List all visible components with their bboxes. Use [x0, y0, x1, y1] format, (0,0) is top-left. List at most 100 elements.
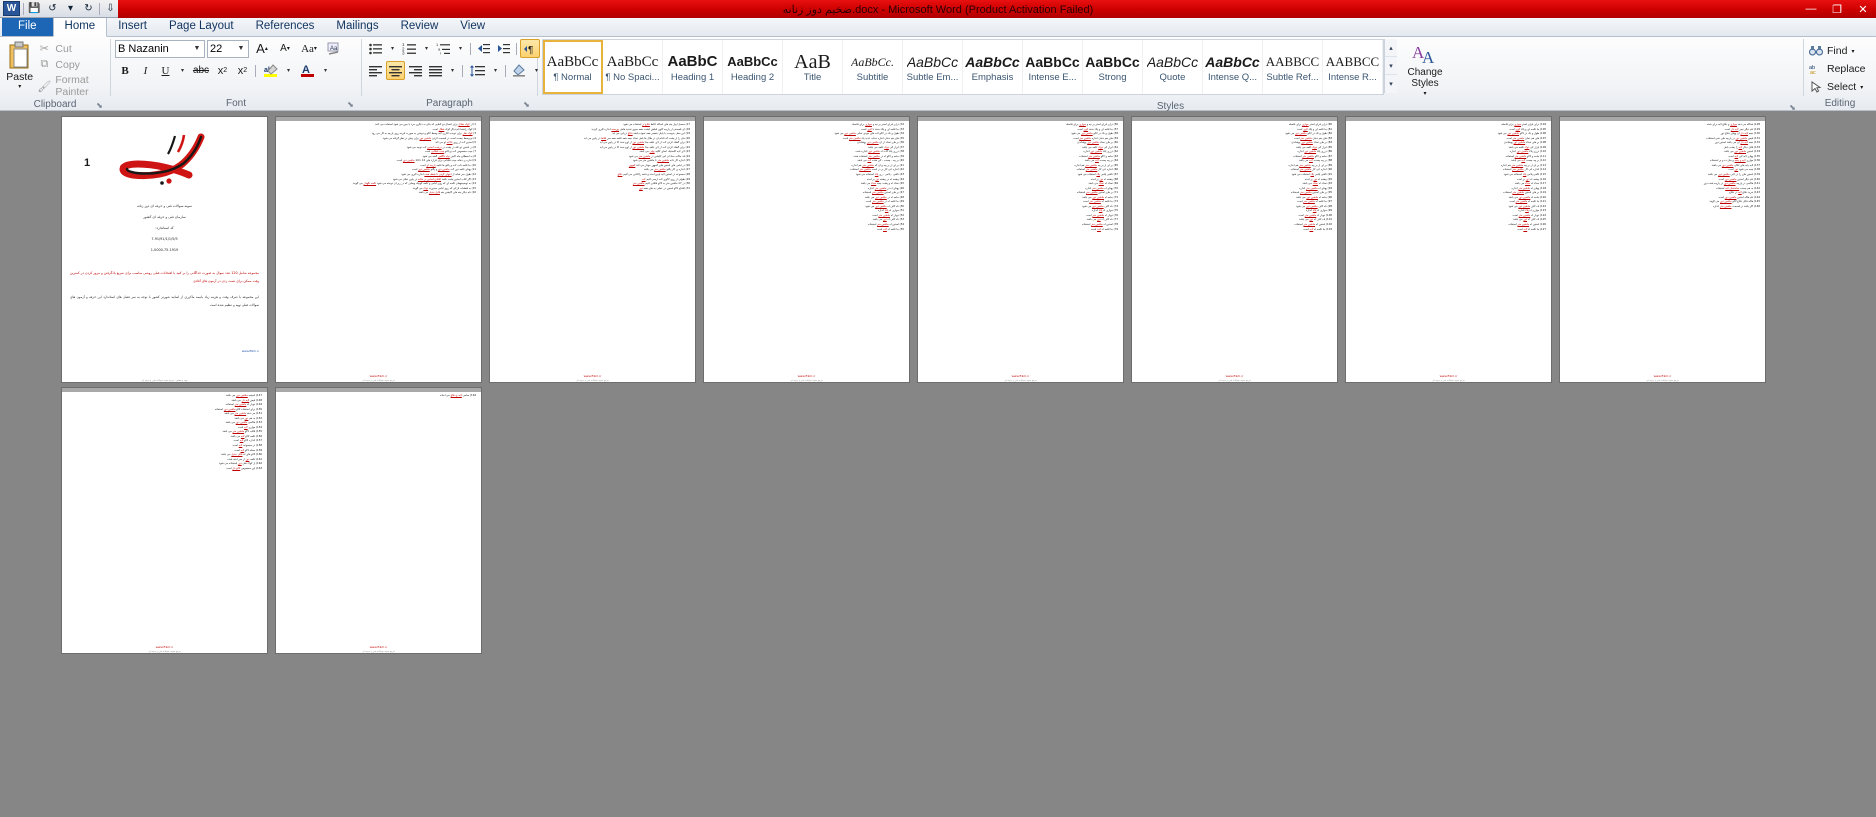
styles-more-icon[interactable]: ▾ [1385, 75, 1397, 93]
styles-scrollbar[interactable]: ▴ ▾ ▾ [1384, 39, 1397, 93]
document-page[interactable]: 104) درای فرای آستر موازی برای فاصله 105)… [1346, 117, 1551, 382]
align-right-button[interactable] [406, 61, 425, 80]
page-body[interactable]: 104) درای فرای آستر موازی برای فاصله 105)… [1351, 123, 1546, 366]
tab-view[interactable]: View [449, 17, 496, 36]
close-button[interactable]: ✕ [1850, 0, 1876, 18]
find-button[interactable]: Find ▾ [1808, 42, 1854, 60]
style-item-no-spaci[interactable]: AaBbCc ¶ No Spaci... [603, 40, 663, 94]
change-styles-button[interactable]: A A Change Styles ▾ [1397, 39, 1453, 100]
document-canvas[interactable]: 1 نمونه سوالات فنی و حرفه ای دوز زنانه سا… [0, 111, 1876, 817]
chevron-down-icon[interactable]: ▾ [18, 83, 21, 90]
paragraph-dialog-launcher[interactable]: ⬊ [522, 98, 531, 109]
page-body[interactable]: 164) سامی لایه و دفاع می آماده [281, 394, 476, 637]
page-body[interactable]: 1) از کوک شلال برای اتصال دو لاهایی که ی… [281, 123, 476, 366]
tab-references[interactable]: References [245, 17, 326, 36]
page-grid[interactable]: 1 نمونه سوالات فنی و حرفه ای دوز زنانه سا… [62, 117, 1876, 653]
clipboard-dialog-launcher[interactable]: ⬊ [95, 99, 104, 110]
document-page[interactable]: 164) سامی لایه و دفاع می آماده www.ftkm.i… [276, 388, 481, 653]
tab-mailings[interactable]: Mailings [325, 17, 389, 36]
tab-review[interactable]: Review [390, 17, 450, 36]
line-spacing-button[interactable] [466, 61, 488, 80]
cover-url-block[interactable]: www.ftkm.ir [70, 349, 259, 353]
minimize-button[interactable]: — [1798, 0, 1824, 18]
page-body[interactable]: 56) درای فرای آستر بر نیه و موازی برای ف… [923, 123, 1118, 366]
ltr-text-direction-button[interactable]: ¶ [520, 39, 540, 58]
document-page[interactable]: 17) محمل ایپار یقه های آساکه اغاط دفاع ت… [490, 117, 695, 382]
style-item-subtitle[interactable]: AaBbCc. Subtitle [843, 40, 903, 94]
page-footer-url[interactable]: www.ftkm.ir [62, 645, 267, 649]
justify-dropdown-icon[interactable]: ▾ [446, 67, 459, 74]
bullets-dropdown-icon[interactable]: ▾ [386, 45, 399, 52]
page-footer-url[interactable]: www.ftkm.ir [276, 645, 481, 649]
chevron-down-icon[interactable]: ▼ [236, 45, 246, 52]
styles-dialog-launcher[interactable]: ⬊ [1788, 101, 1797, 112]
page-footer-url[interactable]: www.ftkm.ir [1560, 374, 1765, 378]
underline-dropdown-icon[interactable]: ▾ [176, 67, 189, 74]
style-item-heading-1[interactable]: AaBbC Heading 1 [663, 40, 723, 94]
style-item-quote[interactable]: AaBbCc Quote [1143, 40, 1203, 94]
document-page[interactable]: 1) از کوک شلال برای اتصال دو لاهایی که ی… [276, 117, 481, 382]
font-size-combo[interactable]: 22 ▼ [207, 39, 249, 58]
page-body[interactable]: 17) محمل ایپار یقه های آساکه اغاط دفاع ت… [495, 123, 690, 366]
subscript-button[interactable]: x2 [213, 61, 232, 80]
shading-button[interactable] [509, 61, 529, 80]
style-item-emphasis[interactable]: AaBbCc Emphasis [963, 40, 1023, 94]
style-item-normal[interactable]: AaBbCc ¶ Normal [543, 40, 603, 94]
ribbon-tab-strip[interactable]: File Home Insert Page Layout References … [0, 16, 1876, 37]
page-footer-url[interactable]: www.ftkm.ir [1132, 374, 1337, 378]
shrink-font-button[interactable]: A ▾ [275, 39, 295, 58]
style-item-heading-2[interactable]: AaBbCc Heading 2 [723, 40, 783, 94]
document-page[interactable]: 80) درای فرای آستر موازی برای فاصله 81) ج… [1132, 117, 1337, 382]
superscript-button[interactable]: x2 [233, 61, 252, 80]
font-color-button[interactable]: A [296, 61, 318, 80]
page-footer-url[interactable]: www.ftkm.ir [704, 374, 909, 378]
styles-gallery[interactable]: AaBbCc ¶ Normal AaBbCc ¶ No Spaci... AaBbC He… [542, 39, 1384, 95]
page-body[interactable]: 32) درای فرای آستر بر نیه و موازی برای ف… [709, 123, 904, 366]
styles-scroll-down-icon[interactable]: ▾ [1385, 57, 1397, 75]
style-item-strong[interactable]: AaBbCc Strong [1083, 40, 1143, 94]
style-item-subtle-em[interactable]: AaBbCc Subtle Em... [903, 40, 963, 94]
document-page[interactable]: 128) شناکه می دهد موازی و دفاع لایه برای… [1560, 117, 1765, 382]
align-left-button[interactable] [366, 61, 385, 80]
chevron-down-icon[interactable]: ▼ [192, 45, 202, 52]
decrease-indent-button[interactable] [474, 39, 493, 58]
font-color-dropdown-icon[interactable]: ▾ [319, 67, 332, 74]
style-item-title[interactable]: AaB Title [783, 40, 843, 94]
window-controls[interactable]: — ❐ ✕ [1798, 0, 1876, 18]
tab-insert[interactable]: Insert [107, 17, 158, 36]
change-case-button[interactable]: Aa ▾ [297, 39, 321, 58]
paste-button[interactable]: Paste ▾ [4, 39, 35, 98]
select-button[interactable]: Select ▾ [1808, 78, 1863, 96]
italic-button[interactable]: I [136, 61, 155, 80]
line-spacing-dropdown-icon[interactable]: ▾ [489, 67, 502, 74]
underline-button[interactable]: U [156, 61, 175, 80]
increase-indent-button[interactable] [494, 39, 513, 58]
grow-font-button[interactable]: A ▴ [251, 39, 273, 58]
text-highlight-color-button[interactable]: ab [259, 61, 281, 80]
format-painter-button[interactable]: 🖌 Format Painter [37, 74, 106, 98]
styles-scroll-up-icon[interactable]: ▴ [1385, 39, 1397, 57]
chevron-down-icon[interactable]: ▾ [1851, 48, 1854, 55]
page-footer-url[interactable]: www.ftkm.ir [1346, 374, 1551, 378]
font-dialog-launcher[interactable]: ⬊ [346, 98, 355, 109]
page-footer-url[interactable]: www.ftkm.ir [276, 374, 481, 378]
page-body[interactable]: 128) شناکه می دهد موازی و دفاع لایه برای… [1565, 123, 1760, 366]
bullets-button[interactable] [366, 39, 385, 58]
document-page[interactable]: 56) درای فرای آستر بر نیه و موازی برای ف… [918, 117, 1123, 382]
style-item-intense-q[interactable]: AaBbCc Intense Q... [1203, 40, 1263, 94]
replace-button[interactable]: ab ac Replace [1808, 60, 1866, 78]
numbering-button[interactable]: 123 [400, 39, 419, 58]
justify-button[interactable] [426, 61, 445, 80]
tab-home[interactable]: Home [52, 16, 108, 37]
cut-button[interactable]: ✂ Cut [37, 42, 106, 56]
chevron-down-icon[interactable]: ▾ [1423, 89, 1426, 100]
page-body[interactable]: 147) آستینه ماشین دوز می باشد 148) فیض لا… [67, 394, 262, 637]
align-center-button[interactable] [386, 61, 405, 80]
multilevel-list-button[interactable]: 1ai [434, 39, 453, 58]
style-item-subtle-ref[interactable]: AABBCC Subtle Ref... [1263, 40, 1323, 94]
tab-page-layout[interactable]: Page Layout [158, 17, 245, 36]
page-footer-url[interactable]: www.ftkm.ir [490, 374, 695, 378]
strikethrough-button[interactable]: abc [190, 61, 212, 80]
multilevel-dropdown-icon[interactable]: ▾ [454, 45, 467, 52]
document-page[interactable]: 147) آستینه ماشین دوز می باشد 148) فیض لا… [62, 388, 267, 653]
